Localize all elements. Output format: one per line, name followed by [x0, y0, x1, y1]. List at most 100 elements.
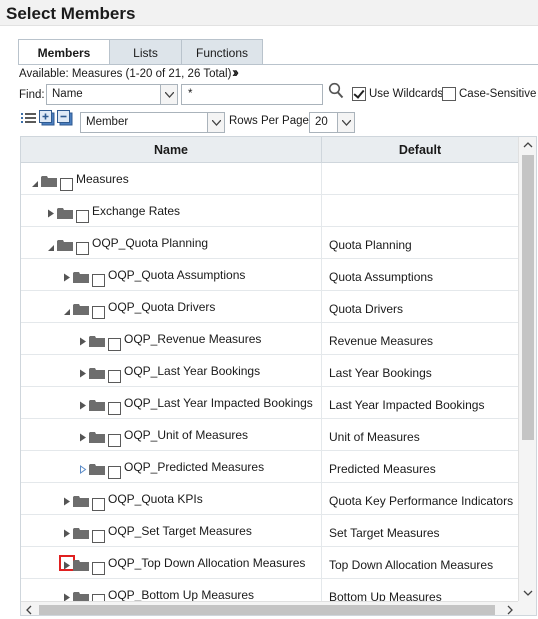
vertical-scroll-thumb[interactable]	[522, 155, 534, 440]
list-icon[interactable]	[21, 110, 37, 126]
member-name[interactable]: OQP_Bottom Up Measures	[108, 588, 254, 602]
rows-per-page-label: Rows Per Page:	[229, 115, 313, 127]
table-row[interactable]: OQP_Set Target Measures Set Target Measur…	[21, 515, 518, 547]
table-row[interactable]: OQP_Revenue Measures Revenue Measures	[21, 323, 518, 355]
table-row[interactable]: OQP_Predicted Measures Predicted Measures	[21, 451, 518, 483]
collapse-all-icon[interactable]	[57, 110, 73, 126]
table-row[interactable]: OQP_Quota Assumptions Quota Assumptions	[21, 259, 518, 291]
member-checkbox[interactable]	[108, 370, 121, 383]
table-row[interactable]: OQP_Quota Planning Quota Planning	[21, 227, 518, 259]
member-checkbox[interactable]	[108, 434, 121, 447]
name-cell: OQP_Top Down Allocation Measures	[21, 547, 322, 578]
grid-rows: Measures Exchange Rates OQP_Quota Planning…	[21, 163, 518, 611]
rows-per-page-value: 20	[315, 116, 328, 128]
member-name[interactable]: OQP_Quota Assumptions	[108, 268, 245, 282]
expand-icon[interactable]	[47, 207, 55, 218]
tabs-divider	[18, 64, 538, 65]
search-input[interactable]: *	[181, 84, 323, 105]
expand-icon[interactable]	[79, 367, 87, 378]
member-checkbox[interactable]	[108, 402, 121, 415]
folder-icon	[73, 495, 89, 507]
expand-icon[interactable]	[63, 591, 71, 602]
member-checkbox[interactable]	[92, 530, 105, 543]
expand-icon[interactable]	[63, 495, 71, 506]
member-name[interactable]: Exchange Rates	[92, 204, 180, 218]
table-row[interactable]: OQP_Quota Drivers Quota Drivers	[21, 291, 518, 323]
rows-per-page-select[interactable]: 20	[309, 112, 355, 133]
case-sensitive-checkbox[interactable]	[442, 87, 456, 101]
member-checkbox[interactable]	[108, 338, 121, 351]
collapse-icon[interactable]	[31, 177, 39, 187]
horizontal-scrollbar[interactable]	[21, 601, 518, 615]
chevron-down-icon[interactable]	[337, 113, 354, 132]
member-name[interactable]: OQP_Predicted Measures	[124, 460, 264, 474]
member-checkbox[interactable]	[60, 178, 73, 191]
name-cell: OQP_Revenue Measures	[21, 323, 322, 354]
member-checkbox[interactable]	[76, 210, 89, 223]
member-checkbox[interactable]	[92, 498, 105, 511]
expand-icon[interactable]	[79, 335, 87, 346]
horizontal-scroll-thumb[interactable]	[39, 605, 495, 615]
tab-lists[interactable]: Lists	[109, 39, 182, 65]
expand-icon[interactable]	[63, 271, 71, 282]
use-wildcards-checkbox[interactable]	[352, 87, 366, 101]
find-field-select[interactable]: Name	[46, 84, 178, 105]
member-name[interactable]: OQP_Quota Drivers	[108, 300, 215, 314]
column-header-name[interactable]: Name	[21, 137, 322, 163]
expand-icon[interactable]	[63, 527, 71, 538]
table-row[interactable]: OQP_Unit of Measures Unit of Measures	[21, 419, 518, 451]
table-row[interactable]: OQP_Last Year Bookings Last Year Bookings	[21, 355, 518, 387]
table-row[interactable]: OQP_Last Year Impacted Bookings Last Year…	[21, 387, 518, 419]
find-label: Find:	[19, 89, 45, 101]
expand-icon[interactable]	[79, 431, 87, 442]
tab-members[interactable]: Members	[18, 39, 110, 65]
expand-icon[interactable]	[79, 463, 87, 474]
double-chevron-right-icon[interactable]: ››	[232, 64, 239, 81]
page-title: Select Members	[6, 4, 136, 23]
case-sensitive-label: Case-Sensitive	[459, 88, 537, 100]
table-row[interactable]: Measures	[21, 163, 518, 195]
folder-icon	[89, 335, 105, 347]
table-row[interactable]: OQP_Quota KPIs Quota Key Performance Indi…	[21, 483, 518, 515]
collapse-icon[interactable]	[47, 241, 55, 251]
member-checkbox[interactable]	[108, 466, 121, 479]
collapse-icon[interactable]	[63, 305, 71, 315]
default-alias: Quota Key Performance Indicators	[329, 494, 514, 508]
tab-functions[interactable]: Functions	[181, 39, 263, 65]
name-cell: OQP_Last Year Impacted Bookings	[21, 387, 322, 418]
member-name[interactable]: OQP_Revenue Measures	[124, 332, 261, 346]
search-icon[interactable]	[328, 82, 344, 100]
scroll-left-icon[interactable]	[21, 602, 37, 615]
case-sensitive-option[interactable]: Case-Sensitive	[442, 87, 536, 101]
member-name[interactable]: OQP_Last Year Impacted Bookings	[124, 396, 313, 410]
expand-icon[interactable]	[79, 399, 87, 410]
table-row[interactable]: Exchange Rates	[21, 195, 518, 227]
member-checkbox[interactable]	[92, 562, 105, 575]
member-name[interactable]: Measures	[76, 172, 129, 186]
grid-header: Name Default	[21, 137, 518, 163]
folder-icon	[89, 463, 105, 475]
member-name[interactable]: OQP_Last Year Bookings	[124, 364, 260, 378]
vertical-scrollbar[interactable]	[518, 137, 536, 601]
member-view-select[interactable]: Member	[80, 112, 225, 133]
member-name[interactable]: OQP_Quota Planning	[92, 236, 208, 250]
member-name[interactable]: OQP_Unit of Measures	[124, 428, 248, 442]
default-alias: Top Down Allocation Measures	[329, 558, 494, 572]
member-checkbox[interactable]	[92, 274, 105, 287]
scroll-down-icon[interactable]	[519, 585, 536, 601]
chevron-down-icon[interactable]	[160, 85, 177, 104]
member-name[interactable]: OQP_Top Down Allocation Measures	[108, 556, 305, 570]
member-name[interactable]: OQP_Quota KPIs	[108, 492, 203, 506]
column-header-default[interactable]: Default	[322, 137, 518, 163]
table-row[interactable]: OQP_Top Down Allocation Measures Top Down…	[21, 547, 518, 579]
member-name[interactable]: OQP_Set Target Measures	[108, 524, 252, 538]
use-wildcards-option[interactable]: Use Wildcards	[352, 87, 443, 101]
folder-icon	[57, 207, 73, 219]
expand-all-icon[interactable]	[39, 110, 55, 126]
scroll-up-icon[interactable]	[519, 137, 536, 153]
member-checkbox[interactable]	[92, 306, 105, 319]
member-checkbox[interactable]	[76, 242, 89, 255]
chevron-down-icon[interactable]	[207, 113, 224, 132]
folder-icon	[41, 175, 57, 187]
scroll-right-icon[interactable]	[502, 602, 518, 615]
